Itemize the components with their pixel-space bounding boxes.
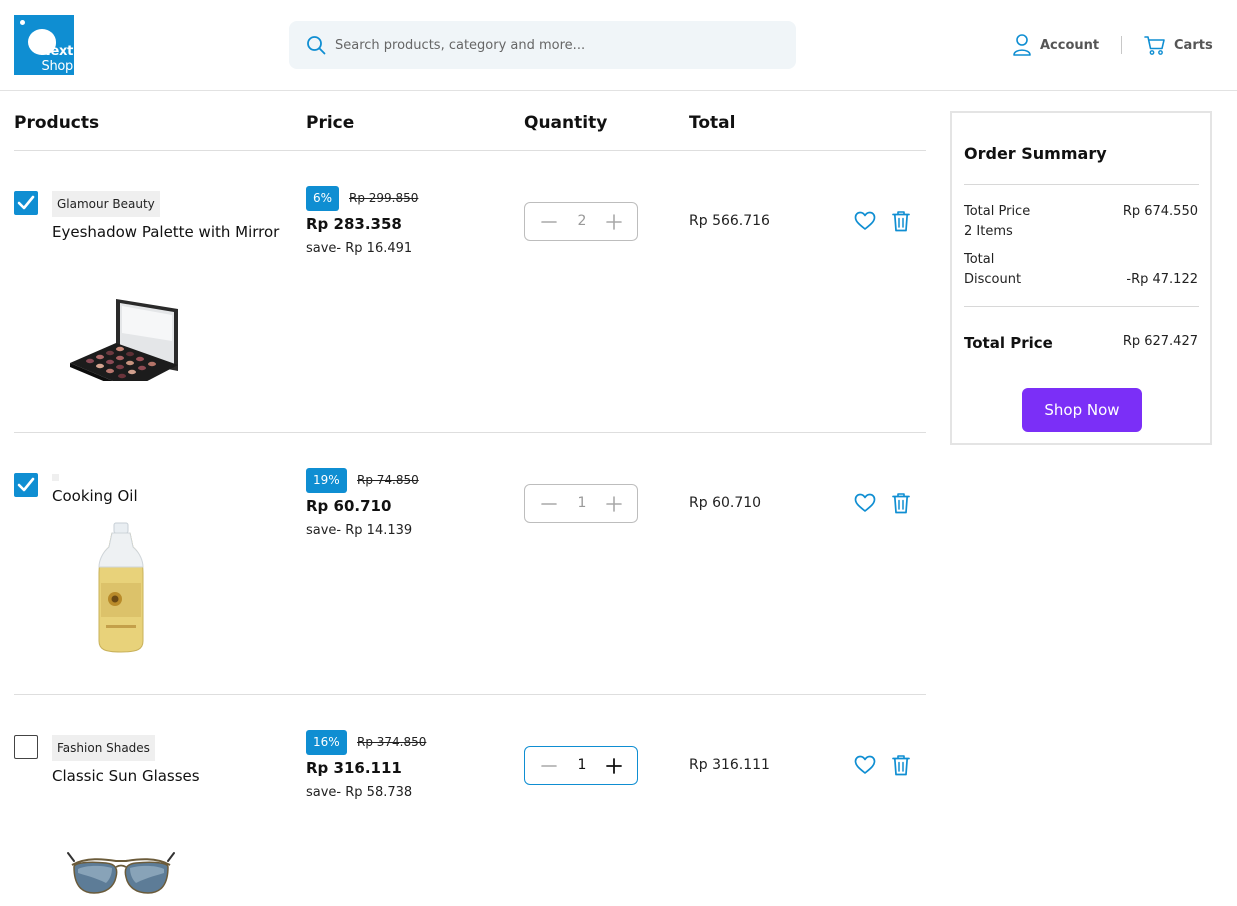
line-total: Rp 316.111 [689, 757, 770, 773]
quantity-value[interactable]: 1 [565, 757, 599, 773]
summary-title: Order Summary [964, 144, 1107, 163]
product-name[interactable]: Eyeshadow Palette with Mirror [52, 223, 279, 241]
plus-icon[interactable] [604, 494, 624, 514]
check-icon [17, 477, 35, 492]
cart-icon [1144, 36, 1165, 55]
line-total: Rp 566.716 [689, 213, 770, 229]
original-price: Rp 299.850 [349, 191, 419, 205]
brand-tag: Glamour Beauty [52, 191, 160, 217]
column-header-total: Total [689, 113, 736, 133]
nav-divider [1121, 36, 1122, 54]
order-summary-panel: Order Summary Total Price 2 Items Rp 674… [950, 111, 1212, 445]
heart-icon[interactable] [854, 755, 876, 775]
logo-text-next: Next [39, 44, 73, 59]
cart-item: Glamour Beauty Eyeshadow Palette with Mi… [0, 151, 940, 413]
discount-badge: 19% [306, 468, 347, 493]
discount-value: -Rp 47.122 [1126, 272, 1198, 287]
minus-icon[interactable] [539, 212, 559, 232]
savings-text: save- Rp 14.139 [306, 523, 413, 538]
column-header-products: Products [14, 113, 100, 133]
user-icon [1013, 34, 1031, 56]
account-link[interactable]: Account [1012, 32, 1099, 58]
minus-icon[interactable] [539, 756, 559, 776]
carts-link[interactable]: Carts [1144, 32, 1213, 58]
discounted-price: Rp 316.111 [306, 759, 402, 777]
original-price: Rp 374.850 [357, 735, 427, 749]
summary-divider [964, 184, 1199, 185]
discount-label-2: Discount [964, 272, 1022, 287]
discount-badge: 6% [306, 186, 340, 211]
brand-tag: Fashion Shades [52, 735, 155, 761]
item-checkbox[interactable] [14, 735, 38, 759]
quantity-stepper: 1 [524, 484, 638, 523]
quantity-value[interactable]: 2 [565, 213, 599, 229]
summary-divider [964, 306, 1199, 307]
quantity-value[interactable]: 1 [565, 495, 599, 511]
line-total: Rp 60.710 [689, 495, 762, 511]
account-label: Account [1040, 37, 1100, 53]
shop-now-button[interactable]: Shop Now [1022, 388, 1142, 432]
total-price-value: Rp 674.550 [1122, 204, 1198, 219]
item-checkbox[interactable] [14, 473, 38, 497]
grand-total-label: Total Price [964, 334, 1053, 352]
logo-dot [20, 20, 25, 25]
savings-text: save- Rp 16.491 [306, 241, 413, 256]
minus-icon[interactable] [539, 494, 559, 514]
items-count: 2 Items [964, 224, 1013, 239]
quantity-stepper: 1 [524, 746, 638, 785]
search-input[interactable] [335, 21, 775, 69]
trash-icon[interactable] [891, 210, 911, 232]
column-header-price: Price [306, 113, 355, 133]
cart-item: Cooking Oil 19% Rp 74.850 Rp 60.710 save… [0, 433, 940, 695]
total-price-label: Total Price [964, 204, 1031, 219]
plus-icon[interactable] [604, 756, 624, 776]
product-name[interactable]: Cooking Oil [52, 487, 138, 505]
discounted-price: Rp 60.710 [306, 497, 392, 515]
discounted-price: Rp 283.358 [306, 215, 402, 233]
item-checkbox[interactable] [14, 191, 38, 215]
grand-total-value: Rp 627.427 [1122, 334, 1198, 349]
column-header-quantity: Quantity [524, 113, 608, 133]
search-bar [289, 21, 796, 69]
cart-item: Fashion Shades Classic Sun Glasses 16% R… [0, 695, 940, 906]
discount-badge: 16% [306, 730, 347, 755]
quantity-stepper: 2 [524, 202, 638, 241]
product-image-cooking-oil-bottle[interactable] [80, 521, 162, 655]
heart-icon[interactable] [854, 493, 876, 513]
check-icon [17, 195, 35, 210]
trash-icon[interactable] [891, 492, 911, 514]
search-icon[interactable] [306, 35, 326, 55]
original-price: Rp 74.850 [357, 473, 419, 487]
logo-text-shop: Shop [41, 59, 74, 74]
product-image-eyeshadow-palette[interactable] [60, 271, 184, 381]
trash-icon[interactable] [891, 754, 911, 776]
product-name[interactable]: Classic Sun Glasses [52, 767, 200, 785]
savings-text: save- Rp 58.738 [306, 785, 413, 800]
discount-label: Total [964, 252, 995, 267]
brand-tag [52, 474, 59, 481]
top-header: Next Shop Account Carts [0, 0, 1237, 91]
product-image-aviator-sunglasses[interactable] [66, 847, 176, 906]
carts-label: Carts [1174, 37, 1213, 53]
heart-icon[interactable] [854, 211, 876, 231]
plus-icon[interactable] [604, 212, 624, 232]
next-shop-logo[interactable]: Next Shop [14, 15, 74, 75]
